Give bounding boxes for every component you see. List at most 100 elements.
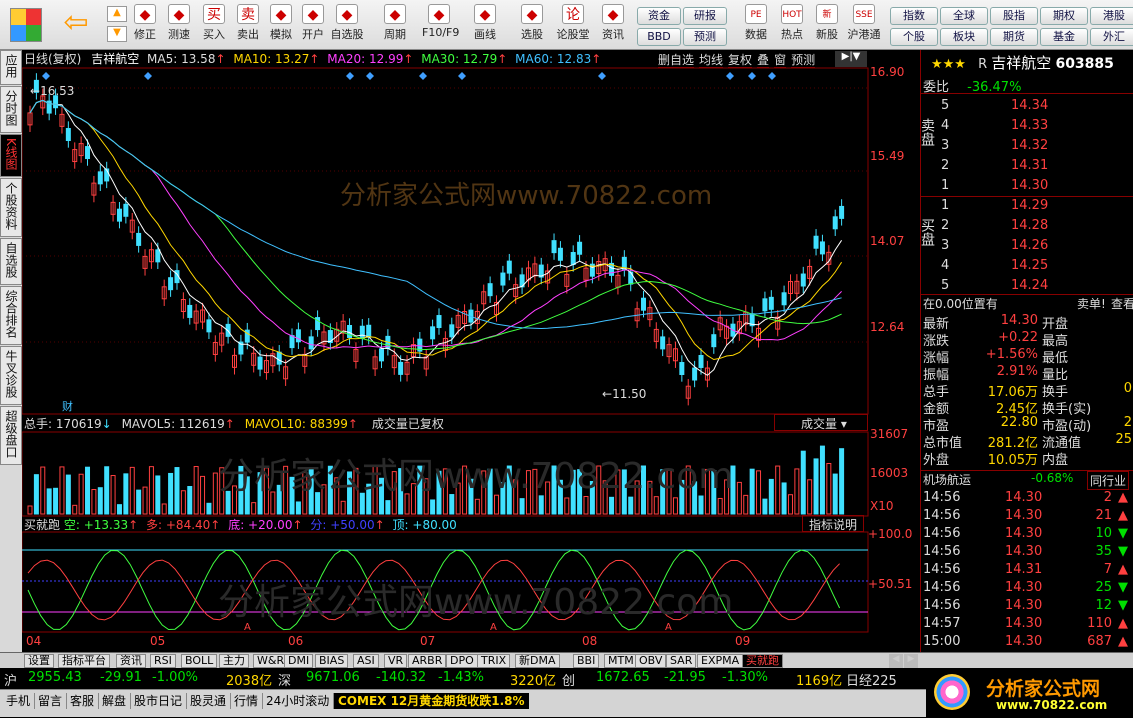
sell-level-1[interactable]: 1 14.30: [939, 178, 1133, 196]
indicator-tab-15[interactable]: BBI: [573, 654, 600, 668]
finance-marker[interactable]: 财: [62, 398, 73, 414]
indicator-tab-1[interactable]: 指标平台: [58, 654, 110, 668]
status-item-1[interactable]: 留言: [34, 693, 68, 709]
indicator-tab-5[interactable]: 主力: [219, 654, 249, 668]
candle-body: [289, 335, 295, 349]
status-item-6[interactable]: 行情: [230, 693, 264, 709]
query-link[interactable]: 查看: [1111, 295, 1133, 312]
indicator-tab-13[interactable]: TRIX: [477, 654, 511, 668]
sell-level-2[interactable]: 2 14.31: [939, 158, 1133, 176]
buy-level-1[interactable]: 1 14.29: [939, 198, 1133, 216]
market-button-7[interactable]: 期货: [990, 28, 1038, 46]
buy-level-2[interactable]: 2 14.28: [939, 218, 1133, 236]
indicator-tab-12[interactable]: DPO: [446, 654, 478, 668]
tick-volume: 110: [1087, 616, 1112, 631]
indicator-tab-11[interactable]: ARBR: [408, 654, 447, 668]
toolbar-right-3[interactable]: SSE 沪港通: [845, 4, 883, 42]
layout-icon[interactable]: [10, 8, 42, 42]
x-label-1: 05: [150, 634, 166, 648]
tabs-next-button[interactable]: ▶: [904, 654, 918, 668]
left-tab-2[interactable]: K线图: [0, 134, 22, 177]
toolbar-buy-button[interactable]: 买买入: [197, 4, 231, 42]
tick-volume: 12: [1095, 598, 1112, 613]
toolbar-discuss-button[interactable]: 论论股堂: [556, 4, 590, 42]
indicator-tab-6[interactable]: W&R: [253, 654, 289, 668]
status-item-3[interactable]: 解盘: [98, 693, 132, 709]
indicator-tab-7[interactable]: DMI: [284, 654, 314, 668]
quick-button-1[interactable]: 研报: [683, 7, 727, 25]
toolbar-right-2[interactable]: 新新股: [808, 4, 846, 42]
indicator-tab-10[interactable]: VR: [384, 654, 408, 668]
buy-level-4[interactable]: 4 14.25: [939, 258, 1133, 276]
quick-button-3[interactable]: 预测: [683, 28, 727, 46]
status-item-2[interactable]: 客服: [66, 693, 100, 709]
market-button-1[interactable]: 全球: [940, 7, 988, 25]
toolbar-pen-button[interactable]: ◆ 画线: [468, 4, 502, 42]
left-tab-4[interactable]: 自选股: [0, 237, 22, 285]
market-button-2[interactable]: 股指: [990, 7, 1038, 25]
indicator-tab-20[interactable]: 买就跑: [742, 654, 783, 668]
same-industry-button[interactable]: 同行业: [1087, 471, 1130, 490]
status-item-4[interactable]: 股市日记: [130, 693, 188, 709]
toolbar-right-1[interactable]: HOT 热点: [773, 4, 811, 42]
indicator-tab-8[interactable]: BIAS: [315, 654, 349, 668]
left-tab-5[interactable]: 综合排名: [0, 285, 22, 345]
tabs-prev-button[interactable]: ◀: [889, 654, 903, 668]
toolbar-hammer-button[interactable]: ◆ 模拟: [264, 4, 298, 42]
left-tab-0[interactable]: 应用: [0, 50, 22, 85]
buy-level-3[interactable]: 3 14.26: [939, 238, 1133, 256]
toolbar-refresh-button[interactable]: ◆ 修正: [128, 4, 162, 42]
toolbar-lock-button[interactable]: ◆ 开户: [296, 4, 330, 42]
indicator-tab-18[interactable]: SAR: [666, 654, 697, 668]
market-button-9[interactable]: 外汇: [1090, 28, 1133, 46]
volume-bar: [174, 467, 180, 515]
down-arrow-icon[interactable]: ▼: [107, 26, 127, 42]
stat-row-8: 外盘 10.05万 内盘: [921, 449, 1133, 468]
level-num: 3: [941, 238, 950, 253]
indicator-tab-16[interactable]: MTM: [604, 654, 638, 668]
quick-button-0[interactable]: 资金: [637, 7, 681, 25]
market-button-8[interactable]: 基金: [1040, 28, 1088, 46]
quick-button-2[interactable]: BBD: [637, 28, 681, 46]
left-tab-3[interactable]: 个股资料: [0, 177, 22, 237]
status-item-7[interactable]: 24小时滚动: [262, 693, 335, 709]
left-tab-6[interactable]: 牛叉诊股: [0, 345, 22, 405]
back-button[interactable]: ⇦: [58, 8, 94, 42]
sell-level-3[interactable]: 3 14.32: [939, 138, 1133, 156]
toolbar-screen-button[interactable]: ◆ 选股: [515, 4, 549, 42]
market-button-0[interactable]: 指数: [890, 7, 938, 25]
indicator-tab-2[interactable]: 资讯: [116, 654, 146, 668]
toolbar-doc-button[interactable]: ◆ F10/F9: [422, 4, 459, 39]
sell-level-4[interactable]: 4 14.33: [939, 118, 1133, 136]
indicator-help-button[interactable]: 指标说明: [802, 515, 864, 532]
toolbar-sell-button[interactable]: 卖卖出: [231, 4, 265, 42]
price-chart[interactable]: AAA: [22, 50, 920, 652]
kline-chart-panel[interactable]: 日线(复权) 吉祥航空 MA5: 13.58↑ MA10: 13.27↑ MA2…: [22, 50, 920, 652]
left-tab-1[interactable]: 分时图: [0, 86, 22, 133]
indicator-tab-17[interactable]: OBV: [635, 654, 667, 668]
news-scroll[interactable]: COMEX 12月黄金期货收跌1.8%: [334, 693, 529, 709]
indicator-tab-3[interactable]: RSI: [150, 654, 176, 668]
toolbar-cycle-button[interactable]: ◆ 周期: [378, 4, 412, 42]
toolbar-clock-button[interactable]: ◆ 测速: [162, 4, 196, 42]
indicator-tab-19[interactable]: EXPMA: [697, 654, 744, 668]
tick-price: 14.30: [1005, 580, 1043, 595]
indicator-tab-4[interactable]: BOLL: [181, 654, 218, 668]
volume-dropdown[interactable]: 成交量 ▾: [774, 414, 868, 431]
toolbar-right-0[interactable]: PE 数据: [737, 4, 775, 42]
indicator-tab-14[interactable]: 新DMA: [515, 654, 560, 668]
toolbar-info-button[interactable]: ◆ 资讯: [596, 4, 630, 42]
tick-row: 14:56 14.30 12 ▼: [921, 598, 1133, 616]
status-item-0[interactable]: 手机: [2, 693, 36, 709]
market-button-3[interactable]: 期权: [1040, 7, 1088, 25]
up-arrow-icon[interactable]: ▲: [107, 6, 127, 22]
left-tab-7[interactable]: 超级盘口: [0, 405, 22, 465]
sell-level-5[interactable]: 5 14.34: [939, 98, 1133, 116]
indicator-tab-0[interactable]: 设置: [24, 654, 54, 668]
market-button-6[interactable]: 板块: [940, 28, 988, 46]
status-item-5[interactable]: 股灵通: [186, 693, 232, 709]
market-button-4[interactable]: 港股: [1090, 7, 1133, 25]
indicator-tab-9[interactable]: ASI: [353, 654, 379, 668]
toolbar-star-button[interactable]: ◆ 自选股: [330, 4, 364, 42]
market-button-5[interactable]: 个股: [890, 28, 938, 46]
